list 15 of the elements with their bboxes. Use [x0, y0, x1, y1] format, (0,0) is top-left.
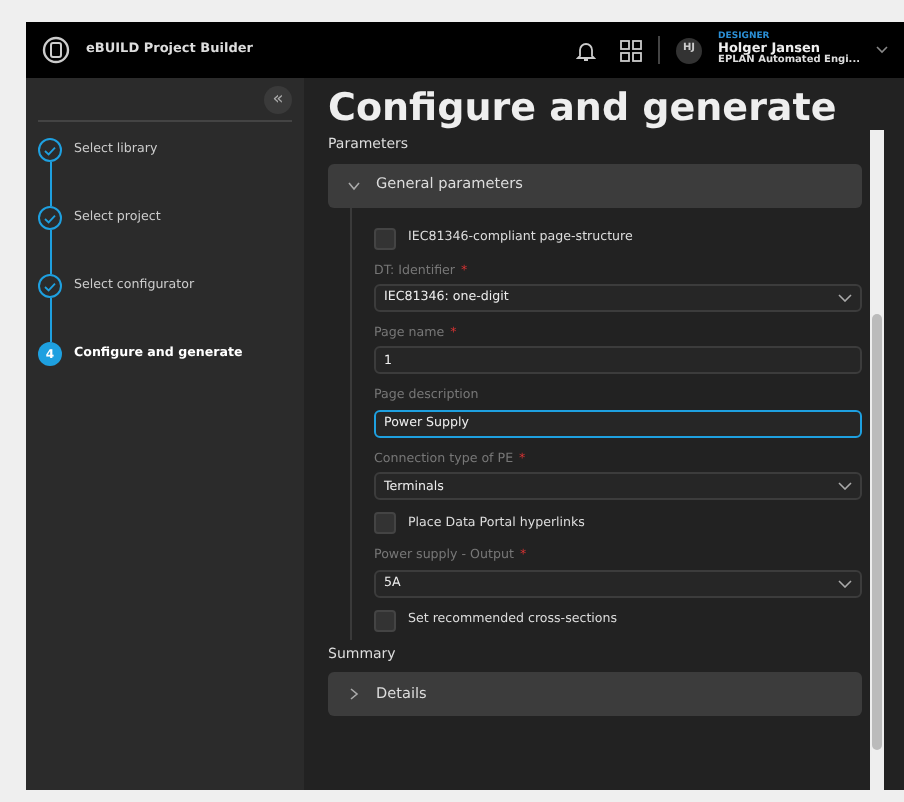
chevron-icon: [348, 688, 360, 701]
scrollbar[interactable]: [870, 130, 884, 790]
chevron-down-icon: [838, 579, 852, 588]
chevron-down-icon: [838, 482, 852, 491]
bell-icon[interactable]: [576, 39, 597, 61]
chevron-down-icon[interactable]: [876, 46, 888, 54]
chevron-down-icon: [838, 293, 852, 302]
chevron-icon: [348, 179, 360, 191]
checkbox[interactable]: [374, 609, 396, 632]
page-title: Configure and generate: [328, 86, 839, 130]
checkbox[interactable]: [374, 227, 396, 249]
collapse-button[interactable]: «: [264, 86, 292, 114]
checkbox[interactable]: [374, 512, 396, 535]
grid-icon[interactable]: [620, 39, 643, 61]
logo-icon: [42, 36, 70, 64]
